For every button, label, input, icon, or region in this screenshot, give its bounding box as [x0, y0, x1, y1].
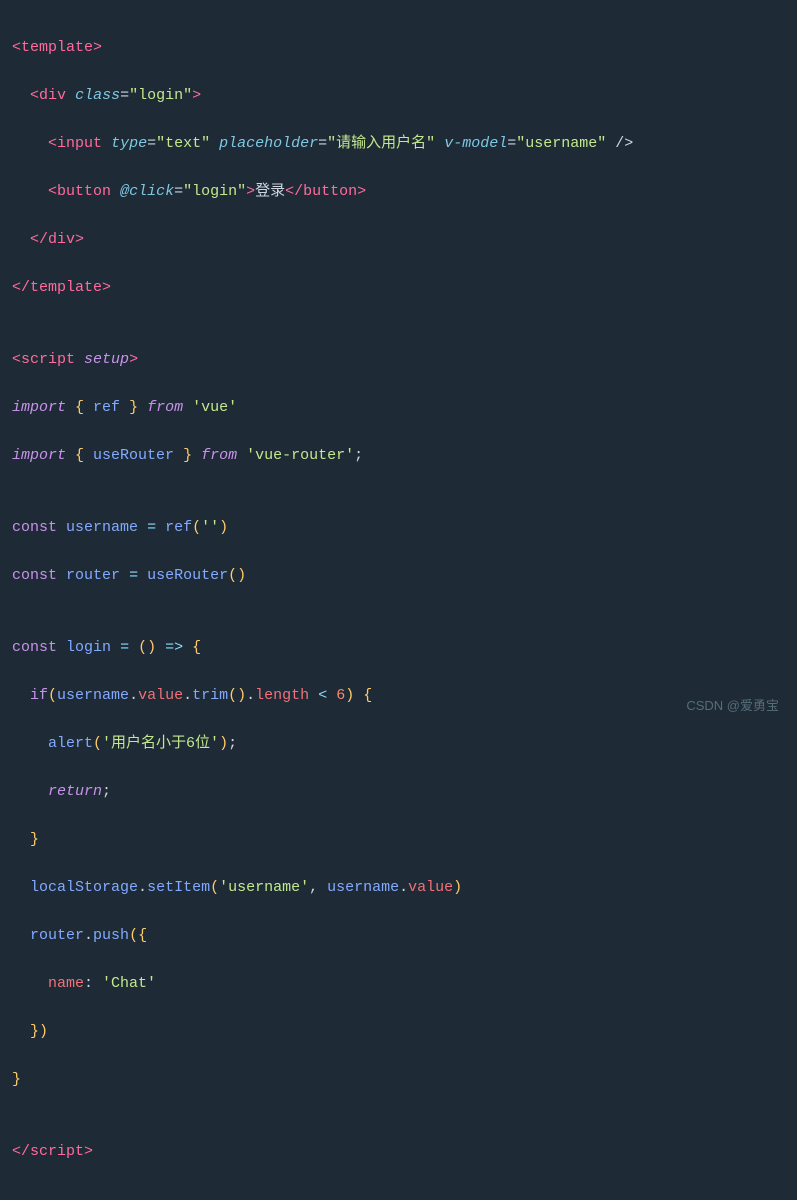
line-12: const username = ref('')	[12, 516, 781, 540]
line-26: </script>	[12, 1140, 781, 1164]
line-16: if(username.value.trim().length < 6) {	[12, 684, 781, 708]
line-23: })	[12, 1020, 781, 1044]
line-20: localStorage.setItem('username', usernam…	[12, 876, 781, 900]
watermark-text: CSDN @爱勇宝	[686, 696, 779, 717]
line-22: name: 'Chat'	[12, 972, 781, 996]
line-18: return;	[12, 780, 781, 804]
line-19: }	[12, 828, 781, 852]
line-9: import { ref } from 'vue'	[12, 396, 781, 420]
line-1: <template>	[12, 36, 781, 60]
line-3: <input type="text" placeholder="请输入用户名" …	[12, 132, 781, 156]
line-17: alert('用户名小于6位');	[12, 732, 781, 756]
line-10: import { useRouter } from 'vue-router';	[12, 444, 781, 468]
line-6: </template>	[12, 276, 781, 300]
line-8: <script setup>	[12, 348, 781, 372]
line-15: const login = () => {	[12, 636, 781, 660]
line-2: <div class="login">	[12, 84, 781, 108]
line-13: const router = useRouter()	[12, 564, 781, 588]
line-4: <button @click="login">登录</button>	[12, 180, 781, 204]
line-24: }	[12, 1068, 781, 1092]
line-21: router.push({	[12, 924, 781, 948]
line-5: </div>	[12, 228, 781, 252]
code-editor: <template> <div class="login"> <input ty…	[12, 12, 781, 1188]
